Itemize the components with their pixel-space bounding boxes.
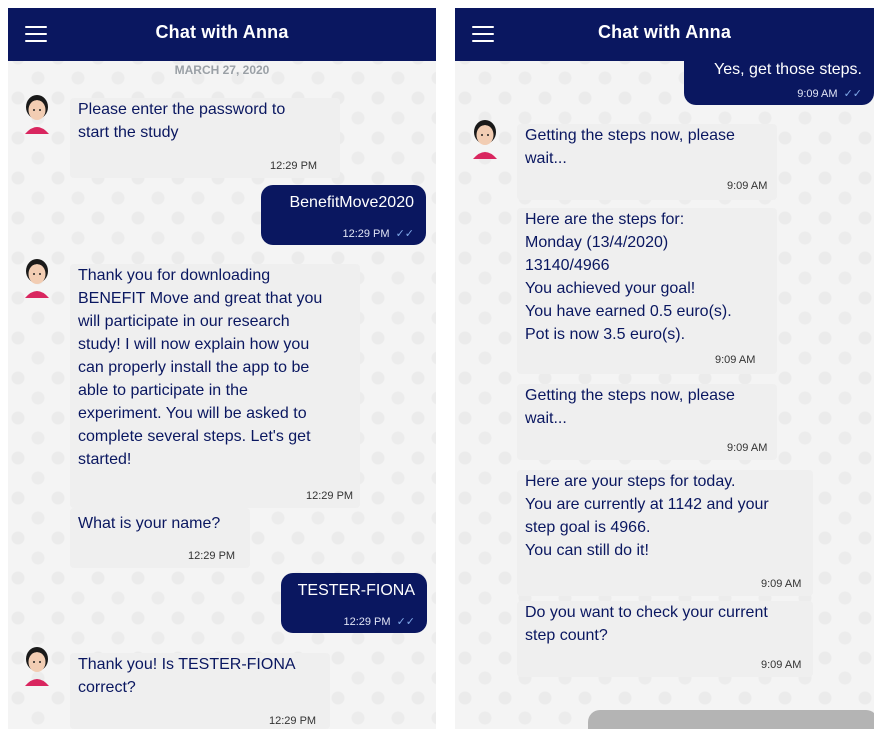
- message-text: Here are your steps for today. You are c…: [525, 473, 769, 559]
- message-meta: 12:29 PM ✓✓: [343, 615, 415, 628]
- date-separator: MARCH 27, 2020: [174, 63, 270, 77]
- message-text: Getting the steps now, please wait...: [525, 127, 735, 167]
- message-time: 9:09 AM: [727, 442, 768, 454]
- message-time: 9:09 AM: [715, 354, 756, 366]
- bot-message: Thank you for downloading BENEFIT Move a…: [70, 264, 360, 508]
- message-time: 9:09 AM: [761, 578, 802, 590]
- double-check-icon: ✓✓: [843, 88, 862, 100]
- message-meta: 9:09 AM ✓✓: [797, 87, 862, 100]
- message-time: 9:09 AM: [727, 180, 768, 192]
- chat-title: Chat with Anna: [155, 22, 289, 42]
- bot-message: Getting the steps now, please wait... 9:…: [517, 384, 777, 460]
- anna-avatar-icon: [25, 647, 49, 686]
- message-text: Do you want to check your current step c…: [525, 604, 768, 644]
- message-text: Yes, get those steps.: [714, 61, 862, 78]
- chat-header: Chat with Anna: [455, 8, 874, 61]
- chat-header: Chat with Anna: [8, 8, 436, 61]
- reply-option-button[interactable]: [588, 710, 874, 729]
- chat-title: Chat with Anna: [597, 22, 732, 42]
- message-text: Thank you for downloading BENEFIT Move a…: [78, 267, 323, 468]
- bot-message: Do you want to check your current step c…: [517, 601, 813, 677]
- bot-message: Here are your steps for today. You are c…: [517, 470, 813, 596]
- anna-avatar-icon: [25, 95, 49, 134]
- bot-message: What is your name? 12:29 PM: [70, 508, 250, 568]
- bot-message: Here are the steps for: Monday (13/4/202…: [517, 208, 777, 374]
- user-message: TESTER-FIONA 12:29 PM ✓✓: [281, 573, 427, 633]
- message-text: BenefitMove2020: [289, 194, 414, 211]
- chat-screen-left: Chat with Anna MARCH 27, 2020 Please ent…: [8, 8, 436, 729]
- double-check-icon: ✓✓: [396, 616, 415, 628]
- message-text: What is your name?: [78, 515, 221, 532]
- user-message: BenefitMove2020 12:29 PM ✓✓: [261, 185, 426, 245]
- bot-message: Please enter the password to start the s…: [70, 98, 340, 178]
- message-time: 12:29 PM: [306, 490, 354, 502]
- bot-message: Thank you! Is TESTER-FIONA correct? 12:2…: [70, 653, 330, 729]
- message-time: 12:29 PM: [270, 160, 318, 172]
- double-check-icon: ✓✓: [395, 228, 414, 240]
- anna-avatar-icon: [25, 259, 49, 298]
- message-time: 12:29 PM: [342, 228, 390, 240]
- message-text: Here are the steps for: Monday (13/4/202…: [525, 211, 732, 343]
- message-text: TESTER-FIONA: [297, 582, 415, 599]
- message-time: 9:09 AM: [761, 659, 802, 671]
- message-time: 12:29 PM: [343, 616, 391, 628]
- message-time: 9:09 AM: [797, 88, 838, 100]
- message-time: 12:29 PM: [188, 550, 236, 562]
- message-meta: 12:29 PM ✓✓: [342, 227, 414, 240]
- message-text: Thank you! Is TESTER-FIONA correct?: [78, 656, 296, 696]
- message-time: 12:29 PM: [269, 715, 317, 727]
- chat-screen-right: Chat with Anna Yes, get those steps. 9:0…: [455, 8, 874, 729]
- message-text: Getting the steps now, please wait...: [525, 387, 735, 427]
- bot-message: Getting the steps now, please wait... 9:…: [517, 124, 777, 200]
- anna-avatar-icon: [473, 120, 497, 159]
- message-text: Please enter the password to start the s…: [78, 101, 286, 141]
